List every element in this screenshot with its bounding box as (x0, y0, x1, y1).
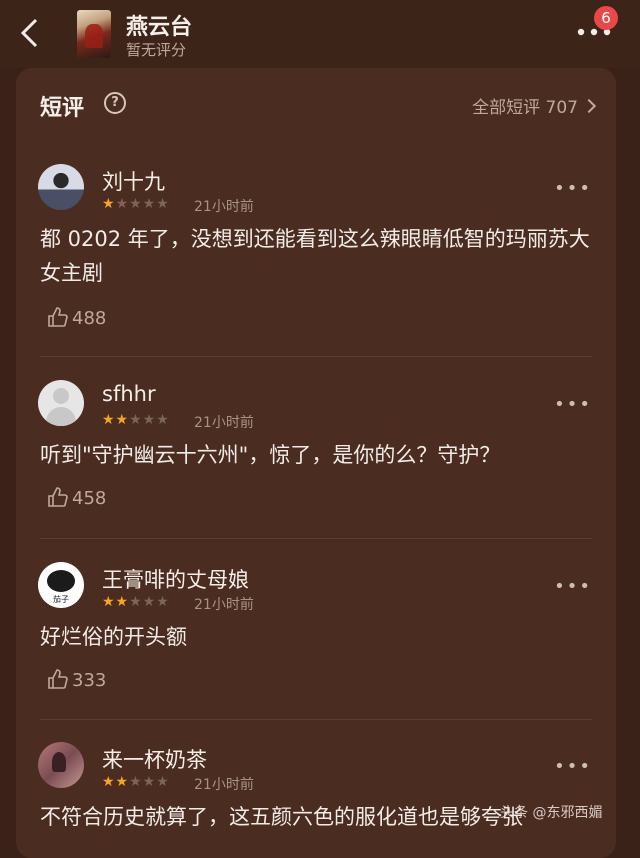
review-time: 21小时前 (194, 415, 254, 431)
notification-badge[interactable]: 6 (594, 6, 618, 30)
review-more-icon[interactable]: ••• (554, 178, 592, 199)
reviewer-name[interactable]: sfhhr (102, 382, 156, 406)
avatar-tag: 茄子 (53, 595, 69, 604)
show-title: 燕云台 (126, 15, 193, 40)
review-more-icon[interactable]: ••• (554, 576, 592, 597)
chevron-right-icon (581, 98, 597, 114)
like-button[interactable]: 333 (46, 668, 106, 691)
all-reviews-link[interactable]: 全部短评 707 (472, 93, 597, 118)
avatar[interactable] (38, 742, 84, 788)
avatar[interactable] (38, 164, 84, 210)
review-time: 21小时前 (194, 597, 254, 613)
review-time: 21小时前 (194, 777, 254, 793)
thumbs-up-icon (48, 307, 68, 327)
star-rating: ★★★★★ (102, 412, 170, 428)
review-more-icon[interactable]: ••• (554, 756, 592, 777)
thumbs-up-icon (48, 669, 68, 689)
top-bar: 燕云台 暂无评分 6 (0, 0, 640, 68)
help-icon[interactable]: ? (104, 92, 126, 114)
reviewer-name[interactable]: 王膏啡的丈母娘 (102, 564, 249, 594)
thumbs-up-icon (48, 487, 68, 507)
star-rating: ★★★★★ (102, 594, 170, 610)
back-icon[interactable] (14, 16, 48, 50)
star-rating: ★★★★★ (102, 196, 170, 212)
rating-status: 暂无评分 (126, 41, 187, 59)
like-count: 333 (72, 670, 107, 691)
watermark: 头条 @东邪西媚 (500, 805, 603, 821)
short-reviews-card: 短评 ? 全部短评 707 刘十九 ★★★★★ 21小时前 ••• 都 0202… (16, 68, 616, 858)
avatar[interactable] (38, 380, 84, 426)
like-button[interactable]: 458 (46, 486, 106, 509)
like-button[interactable]: 488 (46, 306, 106, 329)
review-text: 好烂俗的开头额 (40, 625, 187, 649)
divider (40, 719, 592, 720)
divider (40, 356, 592, 357)
reviewer-name[interactable]: 刘十九 (102, 166, 165, 196)
review-text: 都 0202 年了，没想到还能看到这么辣眼睛低智的玛丽苏大女主剧 (40, 227, 590, 285)
review-time: 21小时前 (194, 199, 254, 215)
avatar[interactable]: 茄子 (38, 562, 84, 608)
like-count: 488 (72, 308, 107, 329)
divider (40, 538, 592, 539)
star-rating: ★★★★★ (102, 774, 170, 790)
review-text: 听到"守护幽云十六州"，惊了，是你的么？守护？ (40, 443, 501, 467)
show-poster[interactable] (77, 10, 111, 58)
all-reviews-label: 全部短评 707 (472, 98, 578, 118)
review-more-icon[interactable]: ••• (554, 394, 592, 415)
reviewer-name[interactable]: 来一杯奶茶 (102, 744, 207, 774)
section-title: 短评 (40, 96, 85, 121)
like-count: 458 (72, 488, 107, 509)
